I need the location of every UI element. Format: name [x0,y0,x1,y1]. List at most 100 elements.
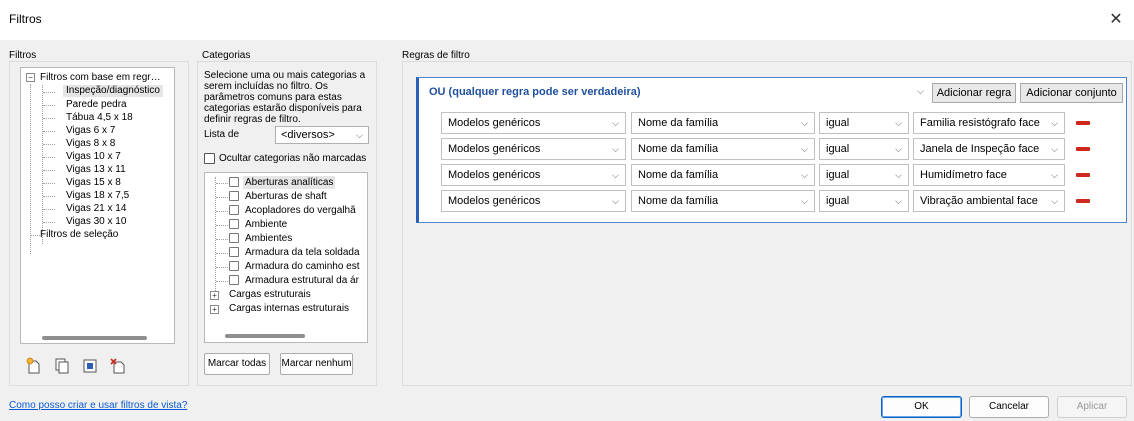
hide-unchecked-checkbox[interactable] [204,153,215,164]
rule-value-dropdown[interactable]: Janela de Inspeção face ⌵ [913,138,1065,160]
category-checkbox[interactable] [229,205,239,215]
category-checkbox[interactable] [229,177,239,187]
rule-operator-dropdown[interactable]: igual ⌵ [819,112,909,134]
rule-category-value: Modelos genéricos [448,195,541,207]
category-checkbox[interactable] [229,233,239,243]
chevron-down-icon: ⌵ [612,118,619,128]
close-icon[interactable]: ✕ [1104,9,1128,31]
tree-item-rule-based[interactable]: Filtros com base em regr… [40,72,161,84]
chevron-down-icon: ⌵ [1051,118,1058,128]
remove-rule-icon[interactable] [1076,147,1090,151]
list-dropdown[interactable]: <diversos> ⌵ [275,126,369,144]
tree-item-inspecao[interactable]: Inspeção/diagnóstico [63,85,163,97]
chevron-down-icon: ⌵ [801,118,808,128]
category-checkbox[interactable] [229,261,239,271]
category-item[interactable]: Armadura da tela soldada [245,246,360,259]
rule-value: Vibração ambiental face [920,195,1038,207]
delete-filter-icon[interactable] [109,357,127,375]
chevron-down-icon: ⌵ [356,130,363,140]
tree-item[interactable]: Vigas 10 x 7 [66,151,121,163]
rule-operator-dropdown[interactable]: igual ⌵ [819,164,909,186]
rule-parameter-dropdown[interactable]: Nome da família ⌵ [631,190,815,212]
rule-category-dropdown[interactable]: Modelos genéricos ⌵ [441,138,626,160]
chevron-down-icon: ⌵ [1051,144,1058,154]
rule-parameter-dropdown[interactable]: Nome da família ⌵ [631,164,815,186]
rule-category-value: Modelos genéricos [448,169,541,181]
category-checkbox[interactable] [229,247,239,257]
rule-operator-dropdown[interactable]: igual ⌵ [819,138,909,160]
tree-item-selection-filters[interactable]: Filtros de seleção [40,229,118,241]
rules-label: Regras de filtro [402,50,470,61]
chevron-down-icon: ⌵ [1051,196,1058,206]
tree-item[interactable]: Vigas 6 x 7 [66,125,115,137]
chevron-down-icon: ⌵ [612,144,619,154]
remove-rule-icon[interactable] [1076,173,1090,177]
chevron-down-icon: ⌵ [895,170,902,180]
rule-parameter-dropdown[interactable]: Nome da família ⌵ [631,138,815,160]
rule-value: Familia resistógrafo face [920,117,1040,129]
rule-parameter-value: Nome da família [638,195,719,207]
category-group[interactable]: Cargas estruturais [229,288,311,301]
list-label: Lista de [204,129,240,140]
category-group[interactable]: Cargas internas estruturais [229,302,349,315]
add-set-button[interactable]: Adicionar conjunto [1020,83,1123,103]
rule-operator-value: igual [826,117,850,129]
rule-category-value: Modelos genéricos [448,143,541,155]
rule-value-dropdown[interactable]: Familia resistógrafo face ⌵ [913,112,1065,134]
category-item[interactable]: Ambientes [245,232,292,245]
category-checkbox[interactable] [229,191,239,201]
tree-horizontal-scrollbar[interactable] [42,336,147,340]
check-all-button[interactable]: Marcar todas [204,353,270,375]
filters-tree[interactable]: − Filtros com base em regr… Inspeção/dia… [20,67,175,344]
new-filter-icon[interactable] [25,357,43,375]
chevron-down-icon: ⌵ [917,86,924,96]
collapse-icon[interactable]: − [26,73,35,82]
tree-item[interactable]: Vigas 8 x 8 [66,138,115,150]
categories-horizontal-scrollbar[interactable] [225,334,305,338]
chevron-down-icon: ⌵ [895,144,902,154]
tree-item[interactable]: Vigas 30 x 10 [66,216,126,228]
expand-icon[interactable]: + [210,305,219,314]
category-item[interactable]: Acopladores do vergalhã [245,204,356,217]
rule-value-dropdown[interactable]: Humidímetro face ⌵ [913,164,1065,186]
category-checkbox[interactable] [229,219,239,229]
title-bar: Filtros ✕ [0,0,1134,40]
list-dropdown-value: <diversos> [281,129,335,141]
ok-button[interactable]: OK [881,396,962,418]
remove-rule-icon[interactable] [1076,199,1090,203]
tree-item[interactable]: Vigas 18 x 7,5 [66,190,129,202]
category-item[interactable]: Armadura estrutural da ár [245,274,359,287]
chevron-down-icon: ⌵ [612,196,619,206]
tree-item[interactable]: Tábua 4,5 x 18 [66,112,133,124]
rule-value-dropdown[interactable]: Vibração ambiental face ⌵ [913,190,1065,212]
rule-category-dropdown[interactable]: Modelos genéricos ⌵ [441,112,626,134]
category-item[interactable]: Armadura do caminho est [245,260,360,273]
apply-button[interactable]: Aplicar [1057,396,1127,418]
rules-set: OU (qualquer regra pode ser verdadeira) … [416,77,1127,223]
operator-dropdown[interactable]: OU (qualquer regra pode ser verdadeira) … [426,83,927,103]
rule-operator-value: igual [826,169,850,181]
cancel-button[interactable]: Cancelar [969,396,1049,418]
tree-item[interactable]: Vigas 13 x 11 [66,164,126,176]
rename-filter-icon[interactable] [81,357,99,375]
category-item[interactable]: Aberturas de shaft [245,190,327,203]
rule-operator-dropdown[interactable]: igual ⌵ [819,190,909,212]
tree-item[interactable]: Vigas 21 x 14 [66,203,126,215]
tree-item[interactable]: Parede pedra [66,99,127,111]
expand-icon[interactable]: + [210,291,219,300]
check-none-button[interactable]: Marcar nenhum [280,353,353,375]
add-rule-button[interactable]: Adicionar regra [932,83,1016,103]
categories-list[interactable]: Aberturas analíticas Aberturas de shaft … [204,172,368,343]
category-item[interactable]: Aberturas analíticas [243,176,336,189]
categories-description: Selecione uma ou mais categorias a serem… [204,70,366,125]
help-link[interactable]: Como posso criar e usar filtros de vista… [9,400,187,411]
category-item[interactable]: Ambiente [245,218,287,231]
rule-parameter-dropdown[interactable]: Nome da família ⌵ [631,112,815,134]
chevron-down-icon: ⌵ [801,170,808,180]
rule-category-dropdown[interactable]: Modelos genéricos ⌵ [441,164,626,186]
remove-rule-icon[interactable] [1076,121,1090,125]
category-checkbox[interactable] [229,275,239,285]
tree-item[interactable]: Vigas 15 x 8 [66,177,121,189]
duplicate-filter-icon[interactable] [53,357,71,375]
rule-category-dropdown[interactable]: Modelos genéricos ⌵ [441,190,626,212]
